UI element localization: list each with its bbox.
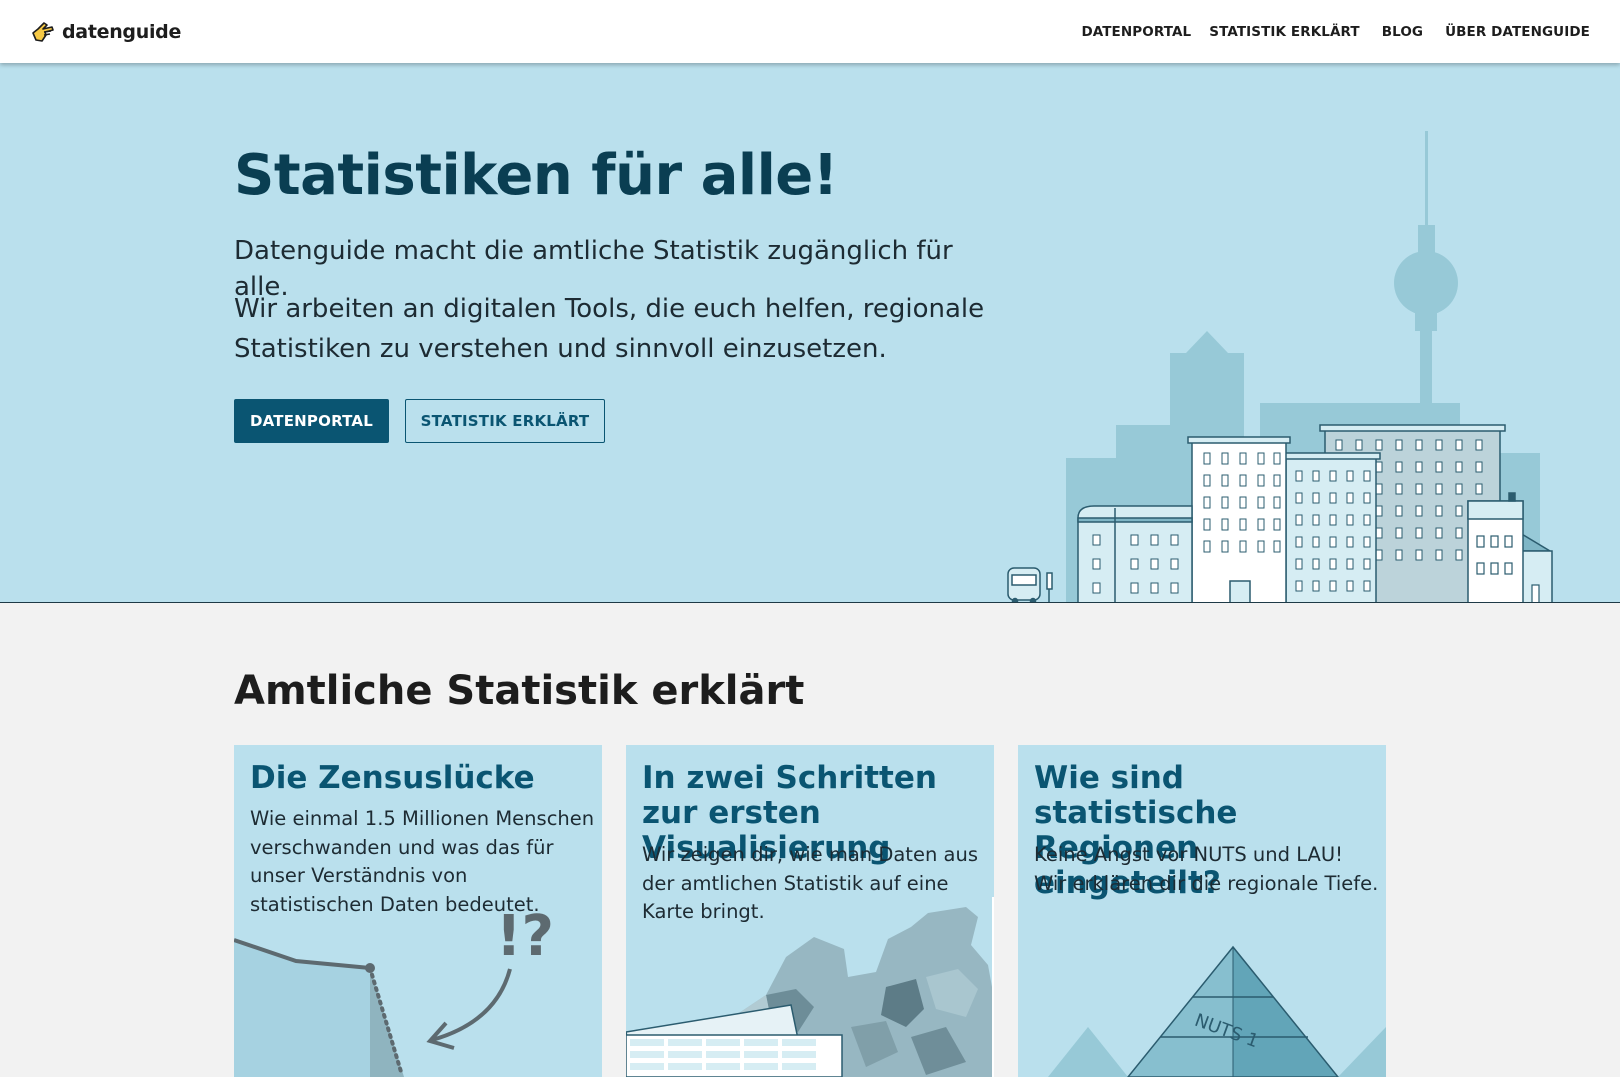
logo-text: datenguide — [62, 21, 182, 43]
logo-link[interactable]: datenguide — [30, 18, 181, 46]
card-title: Die Zensuslücke — [250, 760, 535, 796]
hero-sub-text: Wir arbeiten an digitalen Tools, die euc… — [234, 294, 985, 364]
nav-ueber-datenguide[interactable]: ÜBER DATENGUIDE — [1445, 24, 1590, 40]
line-drop-illustration: !? — [234, 904, 554, 1077]
city-skyline-illustration — [1007, 131, 1553, 602]
article-card-zensusluecke[interactable]: Die Zensuslücke Wie einmal 1.5 Millionen… — [234, 745, 602, 1077]
page: datenguide DATENPORTAL STATISTIK ERKLÄRT… — [0, 0, 1620, 1077]
nav-datenportal[interactable]: DATENPORTAL — [1081, 24, 1191, 40]
map-table-illustration — [626, 897, 994, 1077]
pointing-hand-logo-icon — [32, 22, 54, 42]
datenportal-button[interactable]: DATENPORTAL — [234, 399, 389, 443]
article-card-visualisierung[interactable]: In zwei Schritten zur ersten Visualisier… — [626, 745, 994, 1077]
nav-statistik-erklaert[interactable]: STATISTIK ERKLÄRT — [1209, 24, 1359, 40]
nav-blog[interactable]: BLOG — [1382, 24, 1423, 40]
article-card-regionen[interactable]: Wie sind statistische Regionen eingeteil… — [1018, 745, 1386, 1077]
section-title: Amtliche Statistik erklärt — [234, 668, 805, 714]
card-text: Keine Angst vor NUTS und LAU! Wir erklär… — [1034, 843, 1379, 895]
hero-section: Statistiken für alle! Datenguide macht d… — [0, 63, 1620, 603]
svg-text:!?: !? — [496, 904, 554, 969]
main-nav: DATENPORTAL STATISTIK ERKLÄRT BLOG ÜBER … — [1081, 0, 1590, 63]
hero-title: Statistiken für alle! — [234, 143, 838, 208]
statistik-erklaert-button[interactable]: STATISTIK ERKLÄRT — [405, 399, 605, 443]
pyramid-illustration: NUTS 1 — [1048, 945, 1386, 1077]
top-navigation-bar: datenguide DATENPORTAL STATISTIK ERKLÄRT… — [0, 0, 1620, 63]
